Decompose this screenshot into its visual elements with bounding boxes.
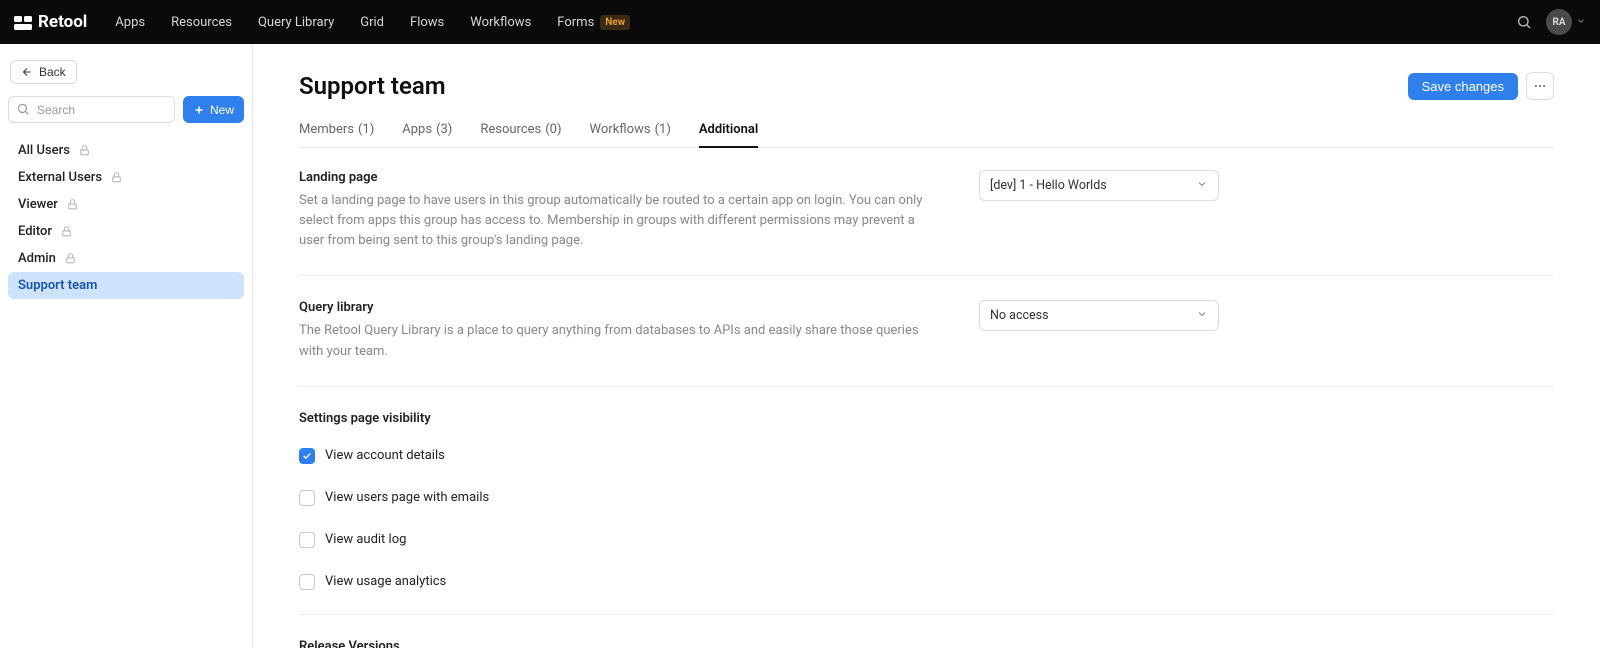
group-search-input[interactable]: [8, 96, 175, 123]
section-landing-page: Landing page Set a landing page to have …: [299, 170, 1554, 276]
nav-workflows[interactable]: Workflows: [470, 15, 531, 30]
sidebar-item-editor[interactable]: Editor: [8, 218, 244, 245]
tab-workflows[interactable]: Workflows(1): [590, 122, 671, 147]
landing-page-desc: Set a landing page to have users in this…: [299, 191, 939, 251]
lock-icon: [110, 171, 123, 184]
checkbox-icon: [299, 490, 315, 506]
group-list: All Users External Users Viewer Editor A…: [8, 137, 244, 299]
checkbox-view-users-page[interactable]: View users page with emails: [299, 490, 1554, 506]
section-query-library: Query library The Retool Query Library i…: [299, 300, 1554, 386]
group-search: [8, 96, 175, 123]
sidebar-item-viewer[interactable]: Viewer: [8, 191, 244, 218]
checkbox-icon: [299, 532, 315, 548]
checkbox-view-account-details[interactable]: View account details: [299, 448, 1554, 464]
landing-page-select[interactable]: [dev] 1 - Hello Worlds: [979, 170, 1219, 201]
arrow-left-icon: [21, 66, 33, 78]
checkbox-icon: [299, 448, 315, 464]
brand-logo[interactable]: Retool: [14, 12, 87, 32]
tab-apps[interactable]: Apps(3): [402, 122, 452, 147]
tab-members[interactable]: Members(1): [299, 122, 374, 147]
page-title: Support team: [299, 72, 1408, 100]
release-versions-title: Release Versions: [299, 639, 1554, 648]
more-actions-button[interactable]: [1526, 72, 1554, 100]
nav-apps[interactable]: Apps: [115, 15, 145, 30]
checkbox-view-usage-analytics[interactable]: View usage analytics: [299, 574, 1554, 590]
account-menu-chevron-icon[interactable]: [1576, 15, 1586, 30]
plus-icon: [193, 104, 205, 116]
chevron-down-icon: [1196, 308, 1208, 324]
content-area: Support team Save changes Members(1) App…: [253, 44, 1600, 648]
tab-additional[interactable]: Additional: [699, 122, 758, 147]
brand-name: Retool: [38, 12, 87, 32]
retool-logo-icon: [14, 15, 32, 29]
checkbox-icon: [299, 574, 315, 590]
global-search-button[interactable]: [1514, 12, 1534, 32]
new-group-button[interactable]: New: [183, 96, 244, 123]
lock-icon: [60, 225, 73, 238]
settings-visibility-title: Settings page visibility: [299, 411, 1554, 426]
top-nav: Retool Apps Resources Query Library Grid…: [0, 0, 1600, 44]
chevron-down-icon: [1196, 178, 1208, 194]
sidebar-item-support-team[interactable]: Support team: [8, 272, 244, 299]
tabs: Members(1) Apps(3) Resources(0) Workflow…: [299, 122, 1554, 148]
nav-grid[interactable]: Grid: [360, 15, 384, 30]
nav-flows[interactable]: Flows: [410, 15, 444, 30]
search-icon: [1516, 14, 1532, 30]
section-release-versions: Release Versions Allow access to unpubli…: [299, 639, 1554, 648]
nav-forms[interactable]: FormsNew: [557, 15, 630, 30]
sidebar-item-admin[interactable]: Admin: [8, 245, 244, 272]
tab-resources[interactable]: Resources(0): [480, 122, 561, 147]
back-button[interactable]: Back: [10, 60, 77, 84]
save-changes-button[interactable]: Save changes: [1408, 73, 1518, 100]
lock-icon: [64, 252, 77, 265]
checkbox-view-audit-log[interactable]: View audit log: [299, 532, 1554, 548]
sidebar-item-all-users[interactable]: All Users: [8, 137, 244, 164]
sidebar: Back New All Users External Users: [0, 44, 253, 648]
new-badge: New: [600, 15, 630, 30]
query-library-select[interactable]: No access: [979, 300, 1219, 331]
lock-icon: [78, 144, 91, 157]
primary-nav: Apps Resources Query Library Grid Flows …: [115, 15, 630, 30]
avatar[interactable]: RA: [1546, 9, 1572, 35]
landing-page-title: Landing page: [299, 170, 939, 185]
lock-icon: [66, 198, 79, 211]
sidebar-item-external-users[interactable]: External Users: [8, 164, 244, 191]
nav-query-library[interactable]: Query Library: [258, 15, 334, 30]
query-library-desc: The Retool Query Library is a place to q…: [299, 321, 939, 361]
dots-horizontal-icon: [1533, 79, 1547, 93]
nav-resources[interactable]: Resources: [171, 15, 232, 30]
section-settings-visibility: Settings page visibility View account de…: [299, 411, 1554, 615]
query-library-title: Query library: [299, 300, 939, 315]
search-icon: [16, 102, 30, 120]
